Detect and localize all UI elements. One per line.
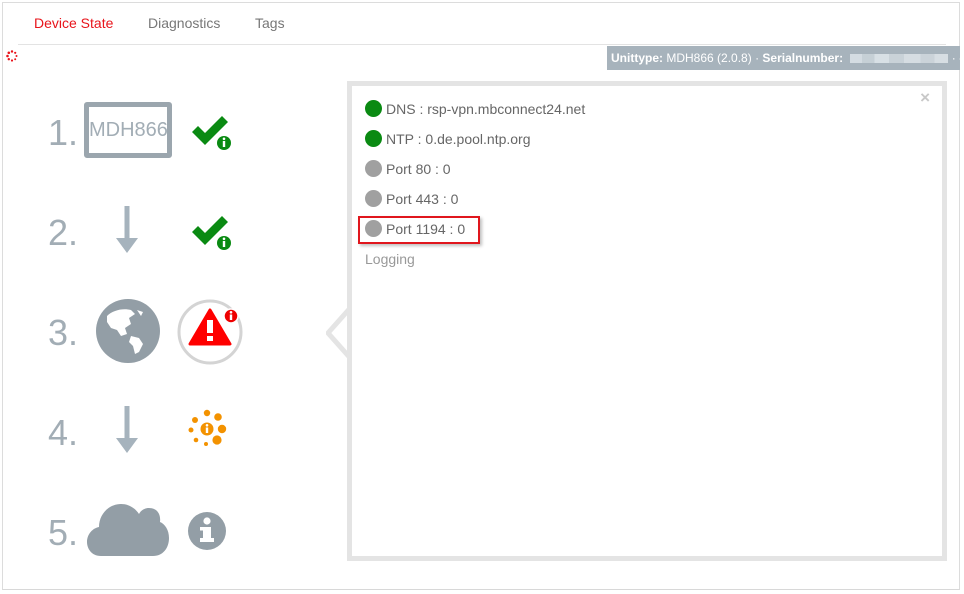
step-2-number: 2. [48, 212, 79, 253]
check-label: Port 80 : 0 [386, 161, 451, 177]
loading-spinner-icon [6, 50, 18, 62]
step-3-number: 3. [48, 312, 79, 353]
check-label: Port 443 : 0 [386, 191, 459, 207]
close-icon[interactable]: × [920, 88, 930, 108]
step-1-number: 1. [48, 112, 79, 153]
tab-tags[interactable]: Tags [255, 15, 285, 31]
tab-bar: Device State Diagnostics Tags [18, 0, 946, 45]
serialnumber-label: Serialnumber: [762, 51, 844, 65]
cloud-icon[interactable] [87, 496, 169, 558]
status-dot-neutral-icon [365, 190, 382, 207]
check-info-icon[interactable] [190, 113, 234, 151]
arrow-down-icon [116, 206, 138, 253]
device-info-bar: Unittype: MDH866 (2.0.8) · Serialnumber:… [607, 46, 960, 70]
check-row-port-443: Port 443 : 0 [365, 188, 458, 210]
separator: · [755, 51, 760, 65]
info-icon[interactable] [187, 511, 227, 551]
trailing-text: · - [951, 51, 960, 65]
loading-info-icon[interactable] [186, 408, 230, 452]
status-dot-ok-icon [365, 130, 382, 147]
tab-diagnostics[interactable]: Diagnostics [148, 15, 220, 31]
warning-info-icon[interactable] [177, 298, 245, 366]
tab-device-state[interactable]: Device State [34, 15, 113, 31]
logging-link[interactable]: Logging [365, 248, 415, 270]
step-5-number: 5. [48, 512, 79, 553]
unittype-label: Unittype: [611, 51, 663, 65]
check-label: NTP : 0.de.pool.ntp.org [386, 131, 531, 147]
step-4-number: 4. [48, 412, 79, 453]
check-label: Port 1194 : 0 [386, 221, 466, 237]
check-row-dns: DNS : rsp-vpn.mbconnect24.net [365, 98, 585, 120]
diagnostics-popover: × DNS : rsp-vpn.mbconnect24.net NTP : 0.… [347, 81, 947, 561]
unittype-value: MDH866 (2.0.8) [666, 51, 752, 65]
check-row-port-80: Port 80 : 0 [365, 158, 451, 180]
check-info-icon[interactable] [190, 213, 234, 251]
check-row-ntp: NTP : 0.de.pool.ntp.org [365, 128, 531, 150]
status-dot-ok-icon [365, 100, 382, 117]
status-dot-neutral-icon [365, 220, 382, 237]
status-dot-neutral-icon [365, 160, 382, 177]
check-row-port-1194: Port 1194 : 0 [365, 218, 465, 240]
check-label: DNS : rsp-vpn.mbconnect24.net [386, 101, 586, 117]
serialnumber-redacted [850, 54, 949, 64]
globe-icon[interactable] [95, 298, 161, 364]
device-box[interactable]: MDH866 [84, 102, 172, 158]
arrow-down-icon [116, 406, 138, 453]
